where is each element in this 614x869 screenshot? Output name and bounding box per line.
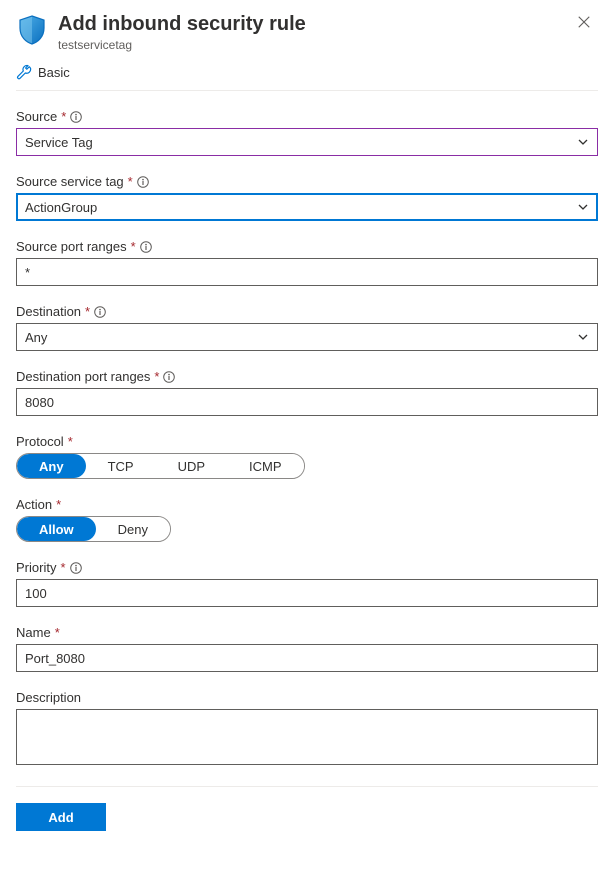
dst-ports-label: Destination port ranges (16, 369, 150, 384)
protocol-option-any[interactable]: Any (17, 454, 86, 478)
info-icon[interactable] (137, 176, 149, 188)
required-marker: * (61, 109, 66, 124)
chevron-down-icon (577, 331, 589, 343)
source-label: Source (16, 109, 57, 124)
name-label: Name (16, 625, 51, 640)
close-button[interactable] (570, 8, 598, 36)
page-title: Add inbound security rule (58, 12, 598, 36)
description-input[interactable] (16, 709, 598, 765)
info-icon[interactable] (94, 306, 106, 318)
src-ports-label: Source port ranges (16, 239, 127, 254)
info-icon[interactable] (70, 562, 82, 574)
chevron-down-icon (577, 201, 589, 213)
name-input[interactable] (16, 644, 598, 672)
footer-divider (16, 786, 598, 787)
description-label: Description (16, 690, 81, 705)
required-marker: * (85, 304, 90, 319)
priority-input[interactable] (16, 579, 598, 607)
service-tag-select[interactable]: ActionGroup (16, 193, 598, 221)
priority-label: Priority (16, 560, 56, 575)
destination-label: Destination (16, 304, 81, 319)
action-group: Allow Deny (16, 516, 171, 542)
required-marker: * (154, 369, 159, 384)
wrench-icon (16, 64, 32, 80)
dst-ports-input[interactable] (16, 388, 598, 416)
info-icon[interactable] (70, 111, 82, 123)
info-icon[interactable] (163, 371, 175, 383)
info-icon[interactable] (140, 241, 152, 253)
protocol-option-tcp[interactable]: TCP (86, 454, 156, 478)
close-icon (577, 15, 591, 29)
protocol-label: Protocol (16, 434, 64, 449)
destination-select[interactable]: Any (16, 323, 598, 351)
action-option-deny[interactable]: Deny (96, 517, 170, 541)
service-tag-value: ActionGroup (25, 200, 97, 215)
service-tag-label: Source service tag (16, 174, 124, 189)
action-label: Action (16, 497, 52, 512)
required-marker: * (60, 560, 65, 575)
protocol-option-udp[interactable]: UDP (156, 454, 227, 478)
required-marker: * (128, 174, 133, 189)
src-ports-input[interactable] (16, 258, 598, 286)
add-button[interactable]: Add (16, 803, 106, 831)
chevron-down-icon (577, 136, 589, 148)
protocol-group: Any TCP UDP ICMP (16, 453, 305, 479)
shield-icon (16, 14, 48, 46)
required-marker: * (68, 434, 73, 449)
required-marker: * (131, 239, 136, 254)
source-select[interactable]: Service Tag (16, 128, 598, 156)
page-subtitle: testservicetag (58, 38, 598, 52)
basic-toggle[interactable]: Basic (16, 52, 598, 91)
required-marker: * (56, 497, 61, 512)
basic-label: Basic (38, 65, 70, 80)
required-marker: * (55, 625, 60, 640)
destination-value: Any (25, 330, 47, 345)
source-value: Service Tag (25, 135, 93, 150)
action-option-allow[interactable]: Allow (17, 517, 96, 541)
protocol-option-icmp[interactable]: ICMP (227, 454, 304, 478)
